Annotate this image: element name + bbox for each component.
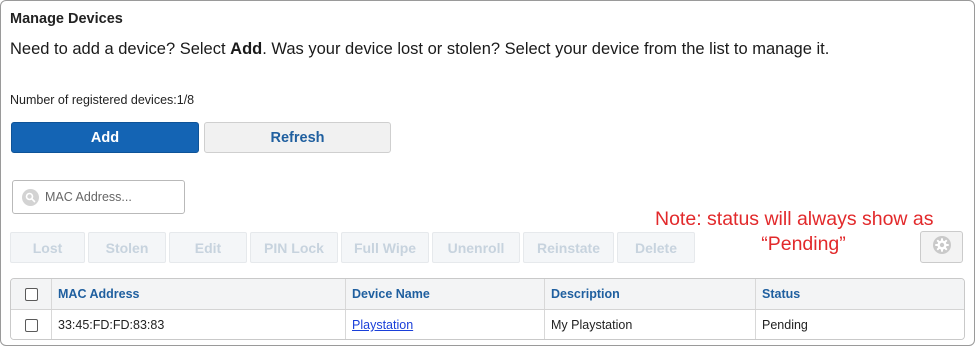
edit-button[interactable]: Edit <box>169 232 247 263</box>
unenroll-button[interactable]: Unenroll <box>432 232 520 263</box>
stolen-button[interactable]: Stolen <box>88 232 166 263</box>
table-row[interactable]: 33:45:FD:FD:83:83 Playstation My Playsta… <box>11 310 964 339</box>
mac-address-cell: 33:45:FD:FD:83:83 <box>52 310 346 339</box>
registered-devices-count: Number of registered devices:1/8 <box>10 93 195 107</box>
table-header-row: MAC Address Device Name Description Stat… <box>11 279 964 310</box>
page-title: Manage Devices <box>10 11 123 27</box>
row-checkbox[interactable] <box>24 318 38 332</box>
action-toolbar: Lost Stolen Edit PIN Lock Full Wipe Unenroll R… <box>10 232 698 263</box>
description-cell: My Playstation <box>545 310 756 339</box>
settings-button[interactable] <box>920 231 963 263</box>
reinstate-button[interactable]: Reinstate <box>523 232 614 263</box>
column-header-status[interactable]: Status <box>756 279 964 309</box>
devices-table: MAC Address Device Name Description Stat… <box>10 278 965 340</box>
intro-text: Need to add a device? Select Add. Was yo… <box>10 40 829 59</box>
intro-part-1: Need to add a device? Select <box>10 40 231 58</box>
column-header-mac-address[interactable]: MAC Address <box>52 279 346 309</box>
device-name-cell: Playstation <box>346 310 545 339</box>
column-header-description[interactable]: Description <box>545 279 756 309</box>
gear-icon <box>932 235 952 260</box>
full-wipe-button[interactable]: Full Wipe <box>341 232 429 263</box>
note-line-1: Note: status will always show as <box>655 208 934 230</box>
intro-bold: Add <box>230 40 263 58</box>
select-all-checkbox[interactable] <box>24 287 38 301</box>
status-cell: Pending <box>762 318 808 332</box>
search-input[interactable] <box>45 190 175 204</box>
column-header-device-name[interactable]: Device Name <box>346 279 545 309</box>
row-select-cell <box>11 310 52 339</box>
lost-button[interactable]: Lost <box>10 232 85 263</box>
add-button[interactable]: Add <box>11 122 199 153</box>
pin-lock-button[interactable]: PIN Lock <box>250 232 338 263</box>
device-name-link[interactable]: Playstation <box>352 318 413 332</box>
search-icon <box>22 188 39 206</box>
search-box[interactable] <box>12 180 185 214</box>
select-all-cell <box>11 279 52 309</box>
refresh-button[interactable]: Refresh <box>204 122 391 153</box>
intro-part-2: . Was your device lost or stolen? Select… <box>262 40 830 58</box>
